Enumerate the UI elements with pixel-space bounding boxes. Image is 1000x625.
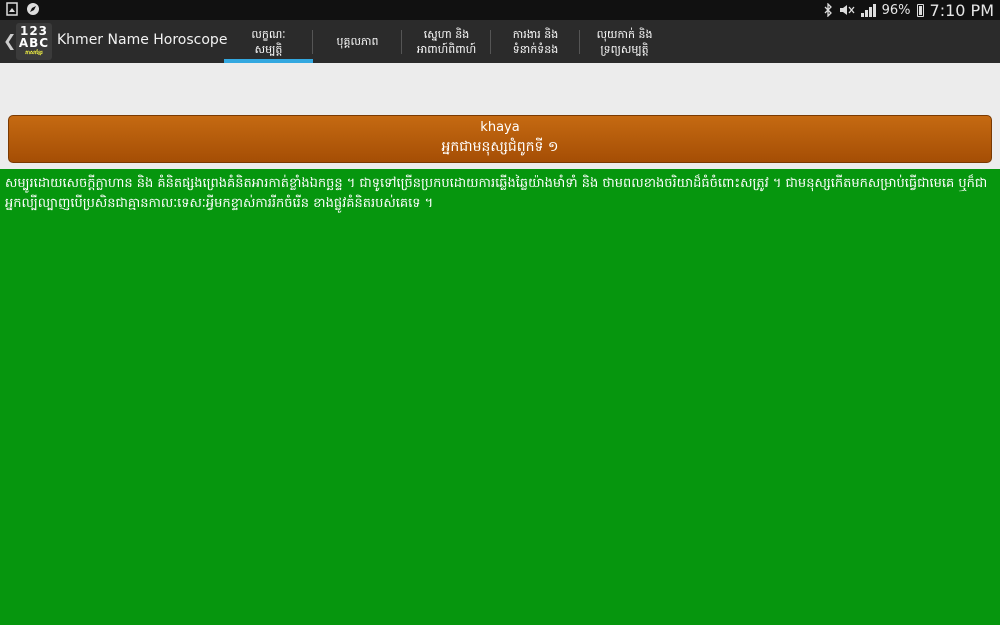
tab-money-wealth[interactable]: លុយកាក់ និង ទ្រព្យសម្បត្តិ xyxy=(580,20,669,63)
status-time: 7:10 PM xyxy=(929,0,994,20)
tab-label: ការងារ និង ទំនាក់ទំនង xyxy=(512,27,559,56)
tab-label: លក្ខណៈ សម្បត្តិ xyxy=(251,27,286,56)
name-header-card: khaya អ្នកជាមនុស្សជំពូកទី ១ xyxy=(8,115,992,163)
compass-icon xyxy=(27,3,39,15)
content-area: khaya អ្នកជាមនុស្សជំពូកទី ១ សម្បូរដោយសេច… xyxy=(0,63,1000,625)
app-logo[interactable]: 123 ABC ភាសាខ្មែរ xyxy=(16,23,52,60)
card-name: khaya xyxy=(480,120,520,135)
action-bar: ❮ 123 ABC ភាសាខ្មែរ Khmer Name Horoscope… xyxy=(0,20,1000,63)
logo-letters: ABC xyxy=(18,36,50,50)
tab-label: បុគ្គលភាព xyxy=(336,35,379,48)
tab-love-marriage[interactable]: ស្នេហា និង អាពាហ៍ពិពាហ៍ xyxy=(402,20,491,63)
tab-work-relations[interactable]: ការងារ និង ទំនាក់ទំនង xyxy=(491,20,580,63)
status-left-icons xyxy=(6,2,40,16)
status-right: 96% 7:10 PM xyxy=(824,0,994,20)
battery-percent: 96% xyxy=(881,2,911,18)
tab-personality[interactable]: បុគ្គលភាព xyxy=(313,20,402,63)
gallery-icon xyxy=(6,2,18,16)
bluetooth-icon xyxy=(824,3,832,17)
logo-khmer-text: ភាសាខ្មែរ xyxy=(25,50,43,56)
tab-characteristics[interactable]: លក្ខណៈ សម្បត្តិ xyxy=(224,20,313,63)
tab-label: លុយកាក់ និង ទ្រព្យសម្បត្តិ xyxy=(596,27,653,56)
battery-icon xyxy=(916,3,924,17)
tab-bar: លក្ខណៈ សម្បត្តិ បុគ្គលភាព ស្នេហា និង អាព… xyxy=(224,20,669,63)
signal-icon xyxy=(860,3,876,17)
description-text: សម្បូរដោយសេចក្ដីក្លាហាន និង គំនិតផ្សងព្រ… xyxy=(5,176,988,211)
description-panel: សម្បូរដោយសេចក្ដីក្លាហាន និង គំនិតផ្សងព្រ… xyxy=(0,169,1000,625)
app-title: Khmer Name Horoscope xyxy=(57,32,228,48)
tab-label: ស្នេហា និង អាពាហ៍ពិពាហ៍ xyxy=(416,27,477,56)
mute-icon xyxy=(839,5,855,15)
status-bar: 96% 7:10 PM xyxy=(0,0,1000,20)
card-subtitle: អ្នកជាមនុស្សជំពូកទី ១ xyxy=(441,139,559,155)
back-chevron-icon[interactable]: ❮ xyxy=(3,31,16,50)
